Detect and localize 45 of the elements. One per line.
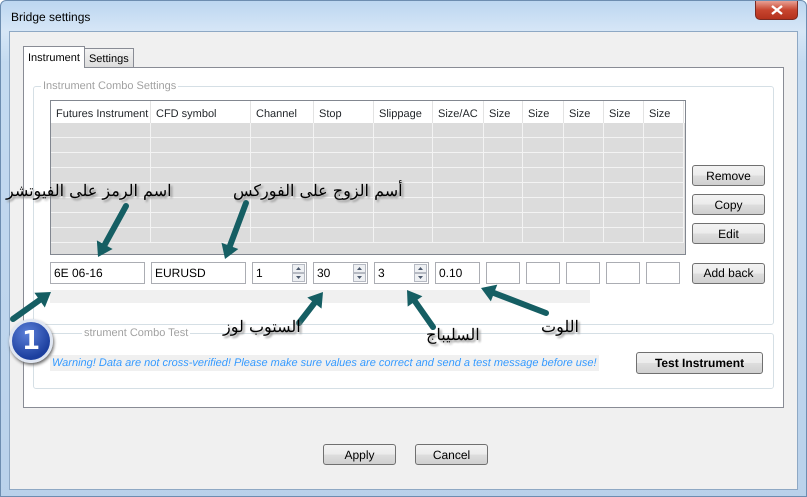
input-field[interactable]: 6E 06-16: [50, 262, 145, 284]
close-icon: [770, 5, 782, 15]
test-instrument-button[interactable]: Test Instrument: [636, 352, 763, 374]
column-header: Size: [604, 101, 644, 123]
annotation-label: اسم الرمز على الفيوتشر: [6, 181, 172, 201]
column-header: Futures Instrument: [51, 101, 151, 123]
window-title: Bridge settings: [11, 9, 90, 26]
input-field[interactable]: [646, 262, 680, 284]
add-back-button[interactable]: Add back: [692, 262, 765, 284]
grid-action-button[interactable]: Remove: [692, 165, 765, 186]
dialog-button[interactable]: Cancel: [415, 444, 488, 465]
column-header: Size: [644, 101, 684, 123]
tab[interactable]: Settings: [84, 48, 134, 67]
column-header: Slippage: [374, 101, 433, 123]
dialog-button[interactable]: Apply: [323, 444, 396, 465]
group-legend: Instrument Combo Settings: [41, 79, 178, 93]
close-button[interactable]: [755, 1, 798, 20]
annotation-label: الستوب لوز: [223, 317, 301, 337]
pointer-arrow: [481, 284, 549, 316]
input-field[interactable]: 0.10: [435, 262, 480, 284]
annotation-label: أسم الزوج على الفوركس: [233, 181, 403, 201]
grid-action-button[interactable]: Edit: [692, 223, 765, 244]
pointer-arrow: [96, 203, 129, 257]
column-header: Channel: [251, 101, 314, 123]
input-field[interactable]: [526, 262, 560, 284]
input-field[interactable]: [606, 262, 640, 284]
input-field[interactable]: EURUSD: [151, 262, 246, 284]
grid-action-button[interactable]: Copy: [692, 194, 765, 215]
pointer-arrow: [10, 292, 51, 322]
column-header: CFD symbol: [151, 101, 251, 123]
column-header: Stop: [314, 101, 374, 123]
warning-text: Warning! Data are not cross-verified! Please make sure values are correct and send a test message before use!: [50, 354, 599, 372]
input-field[interactable]: [486, 262, 520, 284]
input-field[interactable]: [566, 262, 600, 284]
spin-arrows-icon[interactable]: [292, 264, 305, 282]
column-header: Size: [484, 101, 523, 123]
annotation-label: السليباج: [426, 325, 480, 345]
tab[interactable]: Instrument: [23, 46, 85, 68]
column-header: Size: [564, 101, 604, 123]
column-header: Size/AC: [433, 101, 484, 123]
spin-arrows-icon[interactable]: [414, 264, 427, 282]
spin-arrows-icon[interactable]: [353, 264, 366, 282]
column-header: Size: [523, 101, 564, 123]
pointer-arrow: [222, 200, 249, 259]
annotation-label: اللوت: [541, 317, 579, 337]
